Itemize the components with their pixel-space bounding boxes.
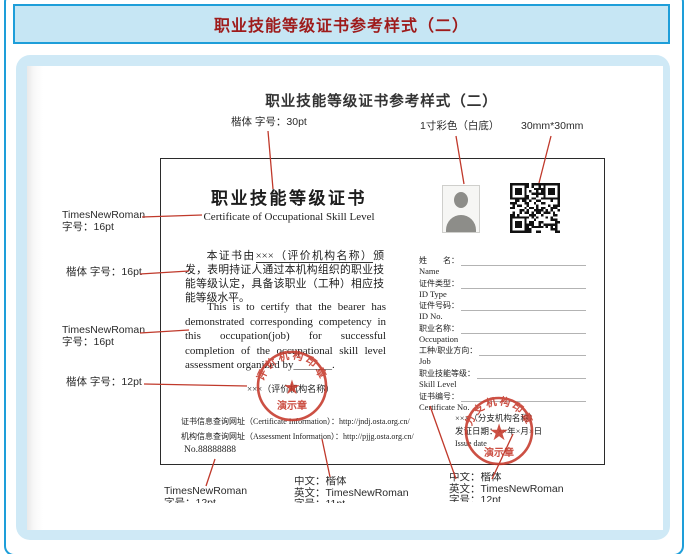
person-silhouette-icon — [454, 192, 468, 208]
annotation-line: 字号：11pt — [294, 499, 409, 503]
field-label-en: Name — [419, 266, 586, 276]
field-id-type: 证件类型： ID Type — [419, 279, 586, 299]
field-blank-line — [461, 280, 586, 289]
annotation-photo-spec: 1寸彩色（白底） — [420, 121, 499, 133]
screenshot-root: 职业技能等级证书参考样式（二） 职业技能等级证书参考样式（二） 楷体 字号：30… — [0, 0, 688, 554]
field-blank-line — [461, 257, 586, 266]
annotation-line: 字号：12pt — [449, 495, 564, 502]
star-icon: ★ — [489, 419, 510, 445]
field-label-zh: 证件类型： — [419, 279, 459, 289]
sample-title: 职业技能等级证书参考样式（二） — [160, 90, 603, 111]
demo-stamp-text: 演示章 — [484, 446, 514, 459]
evaluation-org-stamp: 评价机构印章 ★ 演示章 — [250, 344, 334, 428]
annotation-body-en-font: TimesNewRoman 字号：16pt — [62, 325, 145, 348]
certificate-body-zh: 本证书由×××（评价机构名称）颁发，表明持证人通过本机构组织的职业技能等级认定，… — [185, 249, 384, 305]
field-blank-line — [477, 370, 586, 379]
star-icon: ★ — [283, 377, 301, 399]
branch-org-stamp: 分支机构印章 ★ 演示章 — [457, 389, 541, 473]
field-label-zh: 职业技能等级： — [419, 369, 475, 379]
certificate-sample: 职业技能等级证书 Certificate of Occupational Ski… — [160, 158, 605, 465]
field-label-zh: 职业名称： — [419, 324, 459, 334]
annotation-line: TimesNewRoman — [164, 486, 247, 498]
field-label-en: ID No. — [419, 311, 586, 321]
demo-stamp-text: 演示章 — [277, 399, 307, 412]
field-label-en: Job — [419, 356, 586, 366]
header-bar: 职业技能等级证书参考样式（二） — [13, 4, 670, 44]
field-job: 工种/职业方向： Job — [419, 346, 586, 366]
annotation-line: 中文：楷体 — [294, 476, 409, 488]
field-id-no: 证件号码： ID No. — [419, 301, 586, 321]
annotation-subtitle-font: TimesNewRoman 字号：16pt — [62, 210, 145, 233]
certificate-number: No.88888888 — [184, 445, 236, 455]
body-zh-prefix: 本证书由 — [207, 250, 256, 262]
annotation-line: TimesNewRoman — [62, 325, 145, 337]
field-skill-level: 职业技能等级： Skill Level — [419, 369, 586, 389]
annotation-title-font: 楷体 字号：30pt — [231, 117, 307, 129]
field-occupation: 职业名称： Occupation — [419, 324, 586, 344]
field-label-en: ID Type — [419, 289, 586, 299]
field-name: 姓 名： Name — [419, 256, 586, 276]
field-blank-line — [461, 302, 586, 311]
field-label-zh: 姓 名： — [419, 256, 459, 266]
annotation-fields-font: 中文：楷体 英文：TimesNewRoman 字号：12pt — [449, 472, 564, 502]
field-label-zh: 工种/职业方向： — [419, 346, 477, 356]
annotation-line: 字号：12pt — [164, 498, 247, 504]
window-title: 职业技能等级证书参考样式（二） — [214, 12, 469, 36]
annotation-qr-spec: 30mm*30mm — [521, 121, 583, 133]
field-label-en: Occupation — [419, 334, 586, 344]
annotation-url-font: 中文：楷体 英文：TimesNewRoman 字号：11pt — [294, 476, 409, 503]
field-blank-line — [479, 347, 586, 356]
field-label-zh: 证件号码： — [419, 301, 459, 311]
annotation-body-zh-font: 楷体 字号：16pt — [66, 267, 142, 279]
field-blank-line — [461, 325, 586, 334]
person-silhouette-icon — [446, 215, 476, 233]
annotation-line: TimesNewRoman — [62, 210, 145, 222]
annotation-line: 字号：16pt — [62, 337, 145, 349]
annotation-stamp-line-font: 楷体 字号：12pt — [66, 377, 142, 389]
annotation-certno-font: TimesNewRoman 字号：12pt — [164, 486, 247, 503]
certificate-title: 职业技能等级证书 — [161, 184, 417, 209]
field-label-en: Skill Level — [419, 379, 586, 389]
annotation-line: 字号：16pt — [62, 222, 145, 234]
qr-code-icon — [510, 183, 560, 233]
assessment-info-url: 机构信息查询网址（Assessment Information）：http://… — [181, 429, 451, 444]
photo-placeholder — [442, 185, 480, 233]
field-label-zh: 证书编号： — [419, 392, 459, 402]
certificate-subtitle: Certificate of Occupational Skill Level — [161, 211, 417, 223]
annotation-line: 中文：楷体 — [449, 472, 564, 484]
body-zh-issuer-blank: ×××（评价机构名称） — [256, 250, 374, 263]
